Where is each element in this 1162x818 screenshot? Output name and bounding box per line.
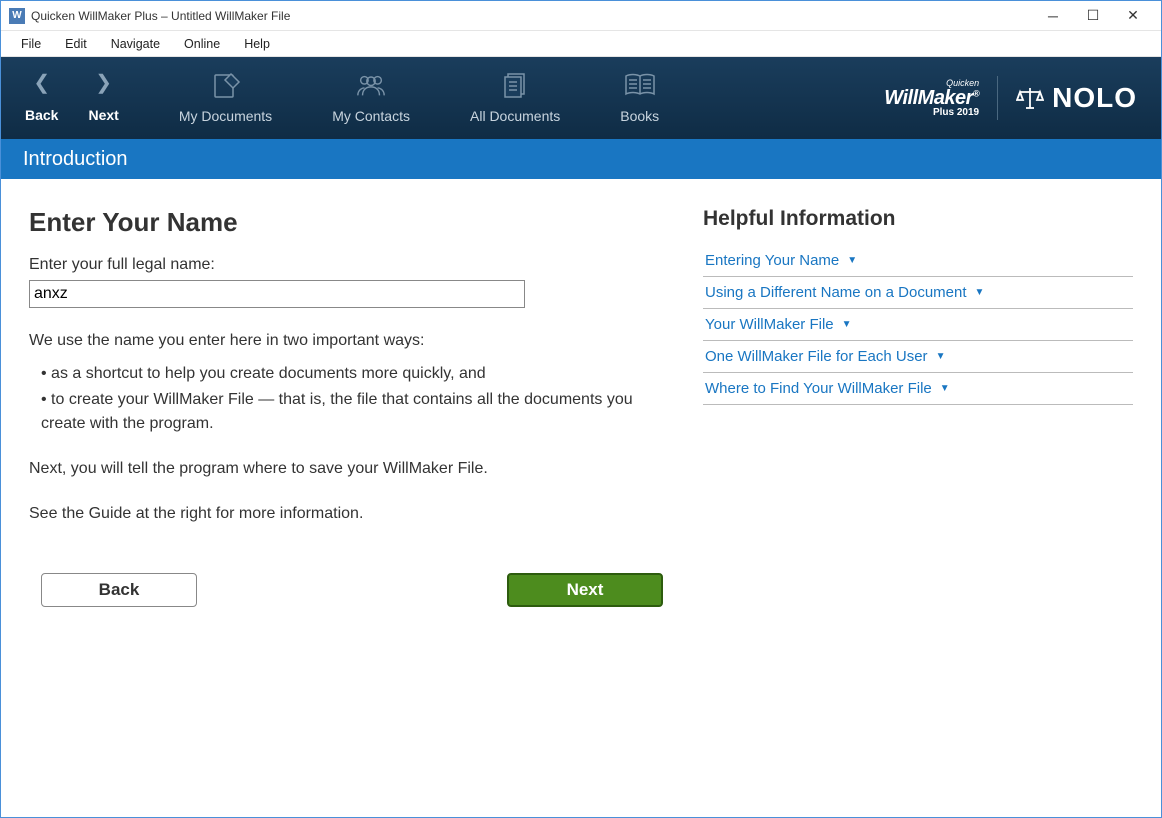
menubar: File Edit Navigate Online Help [1, 31, 1161, 57]
caret-down-icon: ▼ [842, 319, 852, 330]
bullet-item: • to create your WillMaker File — that i… [41, 388, 663, 436]
menu-help[interactable]: Help [232, 34, 282, 54]
menu-navigate[interactable]: Navigate [99, 34, 172, 54]
people-icon [355, 72, 387, 98]
help-link-willmaker-file[interactable]: Your WillMaker File▼ [703, 309, 1133, 341]
caret-down-icon: ▼ [847, 255, 857, 266]
toolbar-next-label: Next [88, 107, 118, 123]
app-icon: W [9, 8, 25, 24]
window-title: Quicken WillMaker Plus – Untitled WillMa… [31, 9, 1033, 23]
chevron-right-icon: ❯ [95, 73, 112, 93]
main-panel: Enter Your Name Enter your full legal na… [1, 179, 691, 817]
bullet-item: • as a shortcut to help you create docum… [41, 362, 663, 386]
help-link-different-name[interactable]: Using a Different Name on a Document▼ [703, 277, 1133, 309]
nolo-logo: NOLO [1016, 82, 1137, 114]
scales-icon [1016, 86, 1044, 110]
name-input[interactable] [29, 280, 525, 308]
next-button[interactable]: Next [507, 573, 663, 607]
document-edit-icon [210, 72, 242, 98]
brand-area: Quicken WillMaker® Plus 2019 NOLO [884, 76, 1137, 120]
toolbar-my-contacts-label: My Contacts [332, 108, 410, 124]
section-header: Introduction [1, 139, 1161, 179]
toolbar-all-documents-label: All Documents [470, 108, 560, 124]
name-field-label: Enter your full legal name: [29, 256, 663, 274]
caret-down-icon: ▼ [975, 287, 985, 298]
guide-paragraph: See the Guide at the right for more info… [29, 503, 663, 525]
next-paragraph: Next, you will tell the program where to… [29, 458, 663, 480]
toolbar-back[interactable]: ❮ Back [25, 73, 58, 123]
page-title: Enter Your Name [29, 207, 663, 238]
minimize-button[interactable]: ─ [1033, 2, 1073, 30]
brand-divider [997, 76, 998, 120]
menu-edit[interactable]: Edit [53, 34, 99, 54]
help-link-entering-name[interactable]: Entering Your Name▼ [703, 245, 1133, 277]
intro-paragraph: We use the name you enter here in two im… [29, 330, 663, 352]
toolbar: ❮ Back ❯ Next My Documents My Contacts [1, 57, 1161, 139]
maximize-button[interactable]: ☐ [1073, 2, 1113, 30]
close-button[interactable]: ✕ [1113, 2, 1153, 30]
help-link-one-file[interactable]: One WillMaker File for Each User▼ [703, 341, 1133, 373]
caret-down-icon: ▼ [940, 383, 950, 394]
back-button[interactable]: Back [41, 573, 197, 607]
toolbar-back-label: Back [25, 107, 58, 123]
toolbar-next[interactable]: ❯ Next [88, 73, 118, 123]
content-area: Enter Your Name Enter your full legal na… [1, 179, 1161, 817]
book-icon [624, 72, 656, 98]
help-panel: Helpful Information Entering Your Name▼ … [691, 179, 1161, 817]
menu-online[interactable]: Online [172, 34, 232, 54]
menu-file[interactable]: File [9, 34, 53, 54]
toolbar-books-label: Books [620, 108, 659, 124]
willmaker-logo: Quicken WillMaker® Plus 2019 [884, 79, 979, 118]
toolbar-my-contacts[interactable]: My Contacts [332, 72, 410, 124]
toolbar-all-documents[interactable]: All Documents [470, 72, 560, 124]
chevron-left-icon: ❮ [33, 73, 50, 93]
titlebar: W Quicken WillMaker Plus – Untitled Will… [1, 1, 1161, 31]
toolbar-my-documents[interactable]: My Documents [179, 72, 272, 124]
toolbar-books[interactable]: Books [620, 72, 659, 124]
help-title: Helpful Information [703, 207, 1133, 231]
caret-down-icon: ▼ [936, 351, 946, 362]
help-link-where-find[interactable]: Where to Find Your WillMaker File▼ [703, 373, 1133, 405]
documents-stack-icon [499, 72, 531, 98]
toolbar-my-documents-label: My Documents [179, 108, 272, 124]
